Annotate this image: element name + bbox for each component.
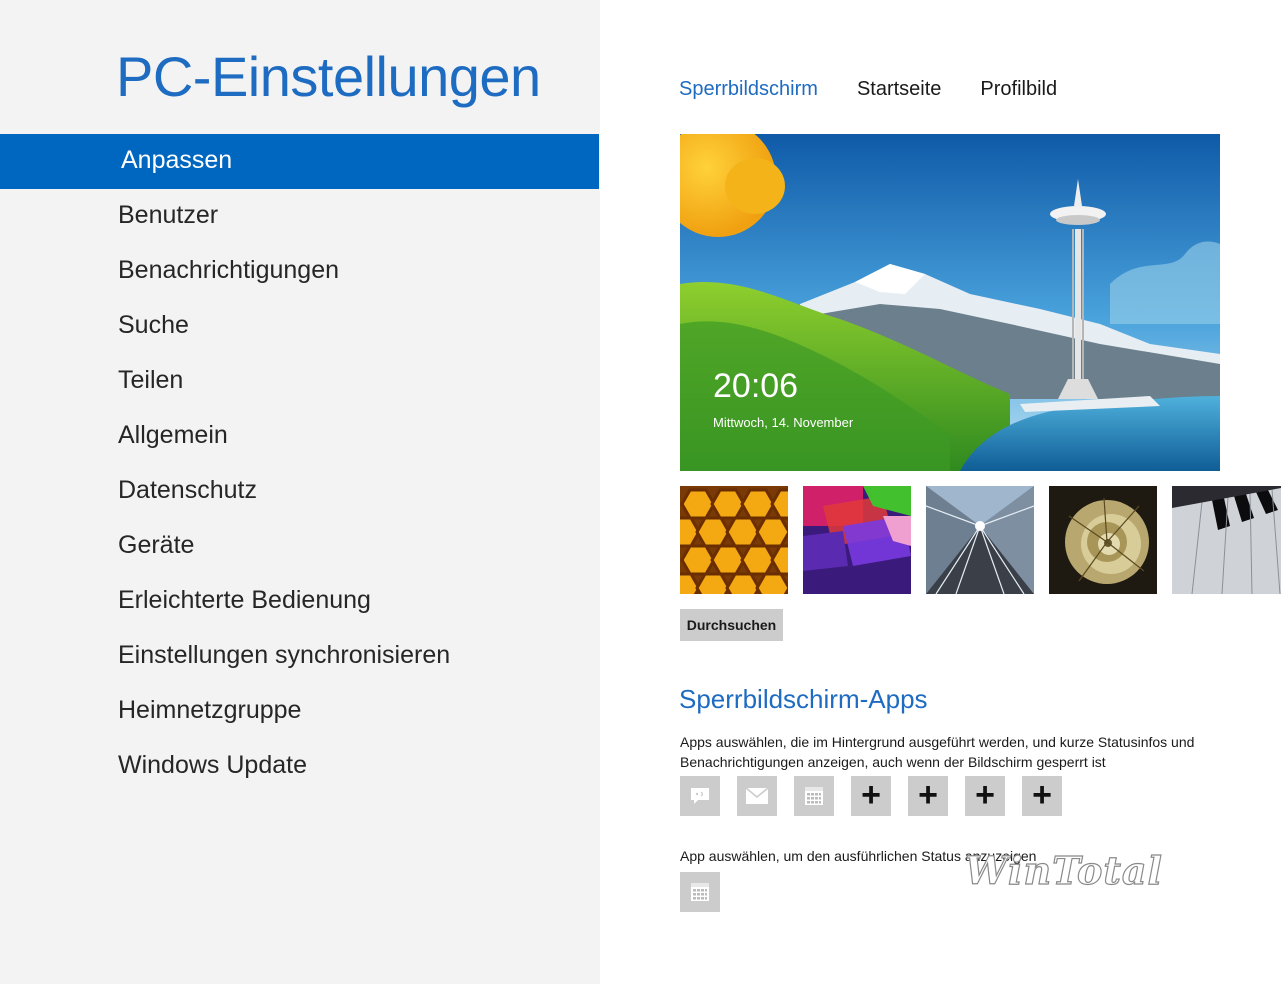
nav-item-benutzer[interactable]: Benutzer xyxy=(0,189,599,244)
nav-item-datenschutz[interactable]: Datenschutz xyxy=(0,464,599,519)
add-app-slot-4[interactable]: + xyxy=(1022,776,1062,816)
page-title: PC-Einstellungen xyxy=(116,45,541,108)
watermark: WinTotal xyxy=(964,847,1163,893)
nav-item-windows-update[interactable]: Windows Update xyxy=(0,739,599,794)
nav-item-teilen[interactable]: Teilen xyxy=(0,354,599,409)
tab-sperrbildschirm[interactable]: Sperrbildschirm xyxy=(679,78,818,101)
thumbnail-piano-keys[interactable] xyxy=(1172,486,1281,594)
tab-startseite[interactable]: Startseite xyxy=(857,78,941,101)
app-slot-calendar[interactable] xyxy=(794,776,834,816)
app-slot-messaging[interactable] xyxy=(680,776,720,816)
detail-status-app-slot[interactable] xyxy=(680,872,720,912)
piano-keys-image xyxy=(1172,486,1281,594)
left-pane: PC-Einstellungen Anpassen Benutzer Benac… xyxy=(0,0,600,984)
plus-icon: + xyxy=(1032,776,1052,814)
app-slot-mail[interactable] xyxy=(737,776,777,816)
mail-icon xyxy=(745,787,769,804)
add-app-slot-3[interactable]: + xyxy=(965,776,1005,816)
lock-screen-apps-description: Apps auswählen, die im Hintergrund ausge… xyxy=(680,734,1195,770)
geometric-shapes-image xyxy=(803,486,911,594)
plus-icon: + xyxy=(918,776,938,814)
thumbnail-tunnel[interactable] xyxy=(926,486,1034,594)
browse-button[interactable]: Durchsuchen xyxy=(680,609,783,641)
lock-screen-preview: 20:06 Mittwoch, 14. November xyxy=(680,134,1220,471)
messaging-icon xyxy=(691,788,709,804)
nav-item-suche[interactable]: Suche xyxy=(0,299,599,354)
nav-item-einstellungen-synchronisieren[interactable]: Einstellungen synchronisieren xyxy=(0,629,599,684)
background-thumbnails xyxy=(680,486,1281,594)
add-app-slot-2[interactable]: + xyxy=(908,776,948,816)
plus-icon: + xyxy=(975,776,995,814)
lock-screen-date: Mittwoch, 14. November xyxy=(713,415,854,430)
plus-icon: + xyxy=(861,776,881,814)
tab-profilbild[interactable]: Profilbild xyxy=(980,78,1057,101)
honeycomb-image xyxy=(680,486,788,594)
calendar-icon xyxy=(691,883,709,901)
lock-screen-time: 20:06 xyxy=(713,367,799,405)
nav-item-erleichterte-bedienung[interactable]: Erleichterte Bedienung xyxy=(0,574,599,629)
nav-item-geraete[interactable]: Geräte xyxy=(0,519,599,574)
nav-item-allgemein[interactable]: Allgemein xyxy=(0,409,599,464)
nautilus-shell-image xyxy=(1049,486,1157,594)
lock-screen-apps-title: Sperrbildschirm-Apps xyxy=(679,684,928,714)
thumbnail-honeycomb[interactable] xyxy=(680,486,788,594)
lock-screen-app-slots: + + + + xyxy=(680,776,1079,816)
add-app-slot-1[interactable]: + xyxy=(851,776,891,816)
tunnel-image xyxy=(926,486,1034,594)
settings-nav: Anpassen Benutzer Benachrichtigungen Suc… xyxy=(0,134,599,794)
thumbnail-geometric-shapes[interactable] xyxy=(803,486,911,594)
calendar-icon xyxy=(805,787,823,805)
thumbnail-nautilus-shell[interactable] xyxy=(1049,486,1157,594)
tab-bar: Sperrbildschirm Startseite Profilbild xyxy=(679,78,1096,101)
nav-item-benachrichtigungen[interactable]: Benachrichtigungen xyxy=(0,244,599,299)
nav-item-anpassen[interactable]: Anpassen xyxy=(0,134,599,189)
nav-item-heimnetzgruppe[interactable]: Heimnetzgruppe xyxy=(0,684,599,739)
